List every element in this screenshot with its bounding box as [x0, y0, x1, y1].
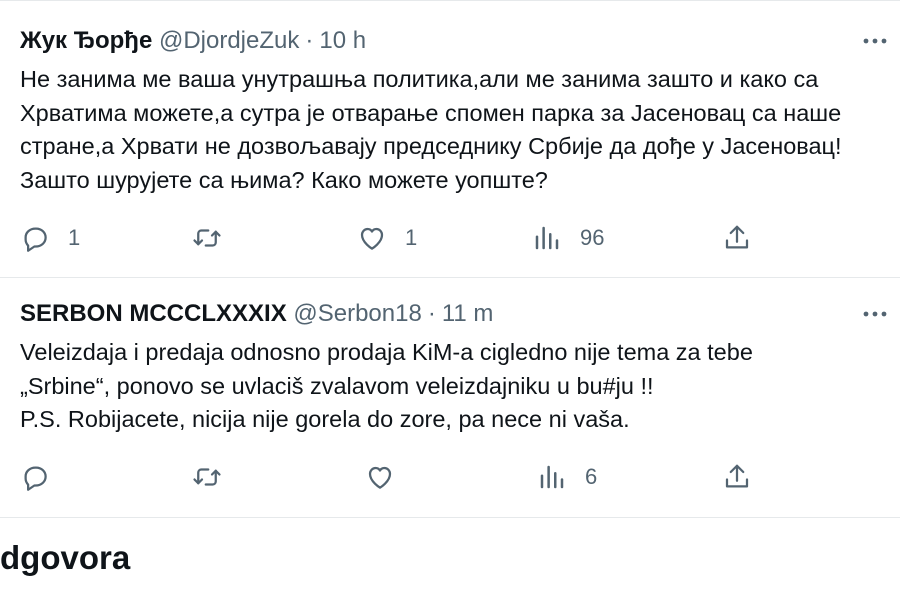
tweet-actions: 6 — [0, 458, 900, 496]
views-bars-icon — [535, 226, 559, 250]
reply-bubble-icon — [24, 227, 47, 252]
repost-button[interactable] — [192, 219, 240, 257]
reply-count: 1 — [68, 225, 81, 250]
repost-button[interactable] — [192, 458, 240, 496]
views-count: 96 — [580, 225, 605, 250]
section-heading: dgovora — [0, 539, 131, 576]
views-button[interactable]: 96 — [532, 219, 604, 257]
reply-button[interactable] — [20, 458, 68, 496]
header-separator: · — [305, 27, 314, 54]
heart-icon — [368, 466, 392, 489]
author-handle[interactable]: @Serbon18 — [293, 300, 421, 327]
views-button[interactable]: 6 — [537, 458, 597, 496]
tweet-text: Не занима ме ваша унутрашња политика,али… — [20, 66, 842, 193]
heart-icon — [360, 227, 384, 250]
tweet[interactable]: SERBON MCCCLXXXIX @Serbon18 · 11 m Veleizd… — [0, 278, 900, 518]
like-button[interactable]: 1 — [357, 219, 417, 257]
reply-bubble-icon — [24, 466, 47, 491]
more-dots-icon — [863, 38, 887, 44]
tweet-timestamp[interactable]: 11 m — [442, 300, 494, 327]
author-name[interactable]: SERBON MCCCLXXXIX — [20, 300, 287, 327]
author-name[interactable]: Жук Ђорђе — [20, 27, 152, 54]
views-count: 6 — [585, 464, 598, 489]
share-upload-icon — [725, 225, 749, 249]
more-options-button[interactable] — [860, 300, 890, 328]
like-count: 1 — [405, 225, 418, 250]
views-bars-icon — [540, 465, 564, 489]
repost-arrows-icon — [193, 468, 221, 486]
like-button[interactable] — [365, 458, 413, 496]
tweet-text: Veleizdaja i predaja odnosno prodaja KiM… — [20, 339, 753, 432]
tweet-header: SERBON MCCCLXXXIX @Serbon18 · 11 m — [20, 300, 493, 328]
more-dots-icon — [863, 311, 887, 317]
tweet-timestamp[interactable]: 10 h — [319, 27, 366, 54]
more-options-button[interactable] — [860, 27, 890, 55]
share-button[interactable] — [722, 458, 752, 496]
tweet[interactable]: Жук Ђорђе @DjordjeZuk · 10 h Не занима ме … — [0, 0, 900, 278]
share-button[interactable] — [722, 219, 752, 257]
repost-arrows-icon — [193, 229, 221, 247]
author-handle[interactable]: @DjordjeZuk — [159, 27, 299, 54]
share-upload-icon — [725, 464, 749, 488]
tweet-actions: 1 1 96 — [0, 219, 900, 257]
reply-button[interactable]: 1 — [20, 219, 80, 257]
header-separator: · — [427, 300, 436, 327]
tweet-header: Жук Ђорђе @DjordjeZuk · 10 h — [20, 27, 366, 55]
